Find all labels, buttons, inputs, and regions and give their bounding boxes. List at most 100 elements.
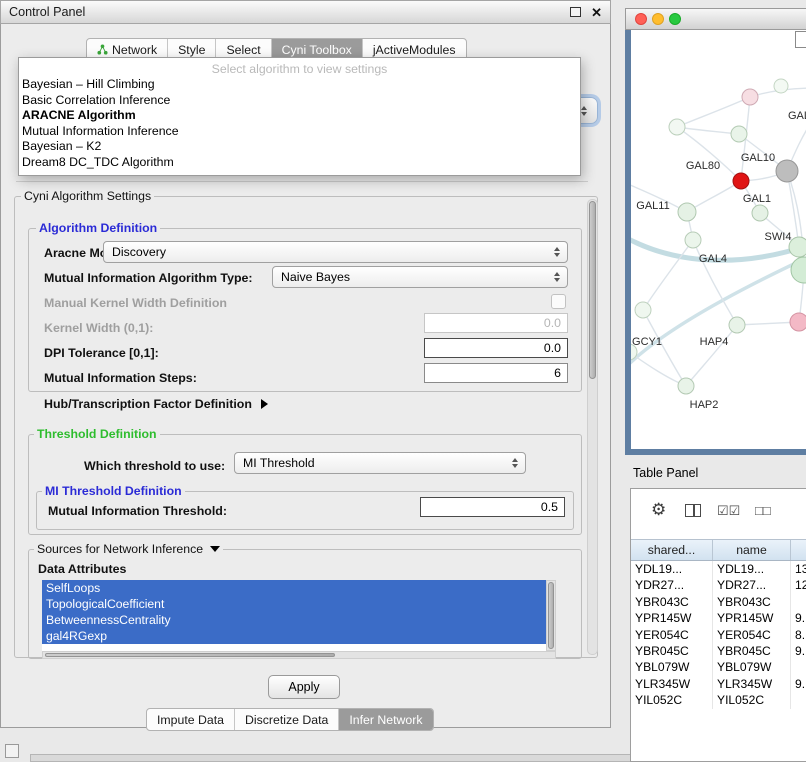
attribute-list-vscroll-thumb[interactable] [548,582,554,649]
attribute-item-selected[interactable]: BetweennessCentrality [42,612,546,628]
dropdown-item[interactable]: Bayesian – K2 [19,139,580,155]
network-node[interactable] [729,317,745,333]
table-cell[interactable] [791,692,806,708]
table-cell[interactable]: YBR043C [631,594,713,610]
columns-icon[interactable] [685,504,701,517]
attribute-item-selected[interactable]: TopologicalCoefficient [42,596,546,612]
column-header-name[interactable]: name [713,540,791,560]
table-cell[interactable]: YBR043C [713,594,791,610]
table-cell[interactable]: 9. [791,610,806,626]
table-cell[interactable]: YLR345W [713,676,791,692]
table-cell[interactable]: 13 [791,561,806,577]
tab-infer-network[interactable]: Infer Network [339,709,432,730]
table-cell[interactable]: YBL079W [713,659,791,675]
manual-kernel-checkbox[interactable] [551,294,566,309]
table-cell[interactable]: YDR27... [631,577,713,593]
table-cell[interactable]: YDL19... [713,561,791,577]
network-overview-toggle[interactable] [795,31,806,48]
dropdown-item[interactable]: Mutual Information Inference [19,124,580,140]
dropdown-item[interactable]: Basic Correlation Inference [19,93,580,109]
network-node[interactable] [742,89,758,105]
table-cell[interactable]: 9. [791,676,806,692]
network-canvas-area[interactable]: GAL80GAL10GAL11GAL1SWI4GAL4GCY1HAP4HAP2G… [631,30,806,449]
table-cell[interactable]: YBL079W [631,659,713,675]
close-panel-icon[interactable]: ✕ [591,6,602,19]
network-node[interactable] [731,126,747,142]
float-window-icon[interactable] [570,7,581,17]
table-row[interactable]: YIL052CYIL052C [631,692,806,708]
settings-scrollbar[interactable] [587,199,598,655]
network-node[interactable] [635,302,651,318]
table-cell[interactable]: YDR27... [713,577,791,593]
table-cell[interactable] [791,659,806,675]
table-row[interactable]: YBR045CYBR045C9. [631,643,806,659]
network-node[interactable] [685,232,701,248]
network-node[interactable] [774,79,788,93]
network-edge[interactable] [686,325,737,386]
collapsed-panel-icon[interactable] [5,744,19,758]
network-canvas[interactable]: GAL80GAL10GAL11GAL1SWI4GAL4GCY1HAP4HAP2G… [631,30,806,449]
table-row[interactable]: YDR27...YDR27...12 [631,577,806,593]
table-cell[interactable]: YIL052C [713,692,791,708]
network-node[interactable] [678,378,694,394]
attribute-item-selected[interactable]: SelfLoops [42,580,546,596]
tab-impute-data[interactable]: Impute Data [147,709,235,730]
mi-type-combo[interactable]: Naive Bayes [272,266,568,288]
table-cell[interactable]: YDL19... [631,561,713,577]
table-cell[interactable]: 12 [791,577,806,593]
column-header-extra[interactable] [791,540,806,560]
dropdown-item[interactable]: Dream8 DC_TDC Algorithm [19,155,580,171]
which-threshold-combo[interactable]: MI Threshold [234,452,526,474]
table-cell[interactable]: YER054C [713,627,791,643]
dpi-tolerance-input[interactable] [424,338,568,358]
close-window-icon[interactable] [635,13,647,25]
kernel-width-input[interactable] [424,313,568,333]
table-cell[interactable]: YPR145W [631,610,713,626]
table-cell[interactable]: YIL052C [631,692,713,708]
table-row[interactable]: YPR145WYPR145W9. [631,610,806,626]
column-header-shared-name[interactable]: shared... [631,540,713,560]
table-cell[interactable]: 9. [791,643,806,659]
table-cell[interactable] [791,594,806,610]
network-node[interactable] [776,160,798,182]
hub-section-header[interactable]: Hub/Transcription Factor Definition [44,397,268,411]
attribute-list-vscrollbar[interactable] [546,580,556,651]
gear-icon[interactable]: ⚙ [651,501,666,518]
table-row[interactable]: YDL19...YDL19...13 [631,561,806,577]
attribute-item-selected[interactable]: gal4RGexp [42,628,546,644]
sources-group-header[interactable]: Sources for Network Inference [34,542,223,556]
select-all-checkboxes-icon[interactable]: ☑☑ [717,503,740,519]
attribute-list-hscrollbar[interactable] [42,651,556,659]
mi-steps-input[interactable] [424,363,568,383]
network-edge[interactable] [631,254,806,370]
zoom-window-icon[interactable] [669,13,681,25]
table-row[interactable]: YER054CYER054C8. [631,627,806,643]
deselect-all-checkboxes-icon[interactable]: □□ [755,503,771,518]
aracne-mode-combo[interactable]: Discovery [103,241,568,263]
table-row[interactable]: YLR345WYLR345W9. [631,676,806,692]
network-edge[interactable] [677,97,750,127]
table-cell[interactable]: YER054C [631,627,713,643]
minimize-window-icon[interactable] [652,13,664,25]
network-node[interactable] [789,237,806,257]
network-node[interactable] [791,257,806,283]
table-cell[interactable]: YLR345W [631,676,713,692]
network-node[interactable] [678,203,696,221]
dropdown-item[interactable]: Bayesian – Hill Climbing [19,77,580,93]
table-cell[interactable]: YBR045C [631,643,713,659]
table-cell[interactable]: 8. [791,627,806,643]
dropdown-item-selected[interactable]: ARACNE Algorithm [19,108,580,124]
network-node[interactable] [669,119,685,135]
network-node[interactable] [752,205,768,221]
settings-scrollbar-thumb[interactable] [589,201,596,379]
network-node[interactable] [790,313,806,331]
table-cell[interactable]: YPR145W [713,610,791,626]
table-row[interactable]: YBL079WYBL079W [631,659,806,675]
apply-button[interactable]: Apply [268,675,340,699]
tab-discretize-data[interactable]: Discretize Data [235,709,339,730]
attribute-list[interactable]: SelfLoops TopologicalCoefficient Between… [42,580,546,651]
attribute-list-hscroll-thumb[interactable] [45,653,335,657]
network-node[interactable] [733,173,749,189]
table-row[interactable]: YBR043CYBR043C [631,594,806,610]
mi-threshold-input[interactable] [420,497,565,517]
